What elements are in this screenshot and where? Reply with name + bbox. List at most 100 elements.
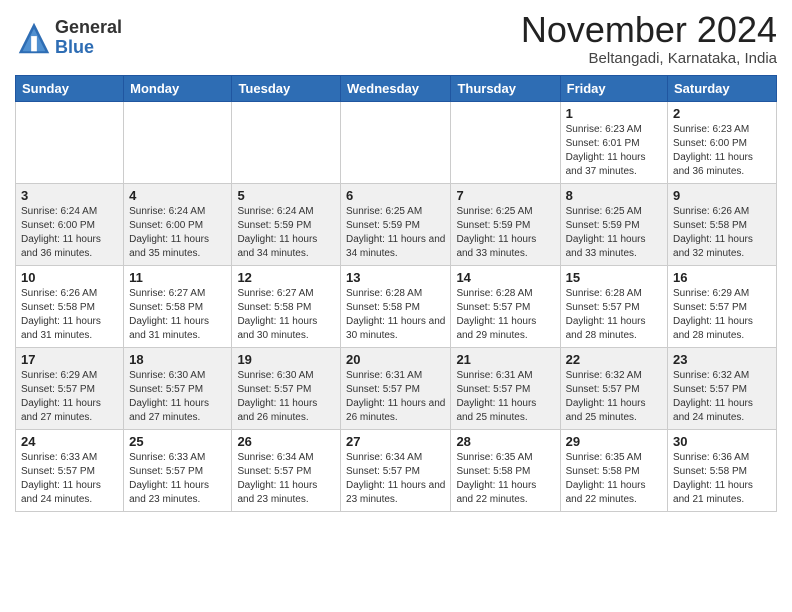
calendar-cell: 26 Sunrise: 6:34 AM Sunset: 5:57 PM Dayli… [232,429,341,511]
day-number: 15 [566,270,662,285]
day-info: Sunrise: 6:26 AM Sunset: 5:58 PM Dayligh… [21,287,118,343]
day-number: 18 [129,352,226,367]
logo-text: General Blue [55,18,122,58]
day-number: 4 [129,188,226,203]
day-info: Sunrise: 6:31 AM Sunset: 5:57 PM Dayligh… [346,369,445,425]
calendar-week-row: 10 Sunrise: 6:26 AM Sunset: 5:58 PM Dayli… [16,265,777,347]
day-number: 7 [456,188,554,203]
title-block: November 2024 Beltangadi, Karnataka, Ind… [521,10,777,67]
calendar-cell: 6Sunrise: 6:25 AM Sunset: 5:59 PM Daylig… [341,183,451,265]
calendar-cell: 14 Sunrise: 6:28 AM Sunset: 5:57 PM Dayli… [451,265,560,347]
day-number: 24 [21,434,118,449]
day-number: 11 [129,270,226,285]
day-number: 21 [456,352,554,367]
day-number: 5 [237,188,335,203]
calendar-week-row: 24 Sunrise: 6:33 AM Sunset: 5:57 PM Dayli… [16,429,777,511]
calendar-cell: 11 Sunrise: 6:27 AM Sunset: 5:58 PM Dayli… [124,265,232,347]
col-sunday: Sunday [16,75,124,101]
calendar-week-row: 17 Sunrise: 6:29 AM Sunset: 5:57 PM Dayli… [16,347,777,429]
day-info: Sunrise: 6:25 AM Sunset: 5:59 PM Dayligh… [566,205,662,261]
logo-blue-text: Blue [55,38,122,58]
day-info: Sunrise: 6:29 AM Sunset: 5:57 PM Dayligh… [673,287,771,343]
day-info: Sunrise: 6:30 AM Sunset: 5:57 PM Dayligh… [129,369,226,425]
day-info: Sunrise: 6:27 AM Sunset: 5:58 PM Dayligh… [129,287,226,343]
day-info: Sunrise: 6:30 AM Sunset: 5:57 PM Dayligh… [237,369,335,425]
calendar-cell [341,101,451,183]
calendar-cell: 18 Sunrise: 6:30 AM Sunset: 5:57 PM Dayli… [124,347,232,429]
day-number: 2 [673,106,771,121]
calendar-cell: 8 Sunrise: 6:25 AM Sunset: 5:59 PM Daylig… [560,183,667,265]
day-info: Sunrise: 6:31 AM Sunset: 5:57 PM Dayligh… [456,369,554,425]
calendar-cell: 28Sunrise: 6:35 AM Sunset: 5:58 PM Dayli… [451,429,560,511]
location: Beltangadi, Karnataka, India [521,50,777,67]
day-info: Sunrise: 6:33 AM Sunset: 5:57 PM Dayligh… [21,451,118,507]
day-number: 10 [21,270,118,285]
day-number: 9 [673,188,771,203]
day-info: Sunrise: 6:34 AM Sunset: 5:57 PM Dayligh… [237,451,335,507]
day-info: Sunrise: 6:32 AM Sunset: 5:57 PM Dayligh… [566,369,662,425]
header: General Blue November 2024 Beltangadi, K… [15,10,777,67]
day-info: Sunrise: 6:29 AM Sunset: 5:57 PM Dayligh… [21,369,118,425]
calendar-cell: 12Sunrise: 6:27 AM Sunset: 5:58 PM Dayli… [232,265,341,347]
col-tuesday: Tuesday [232,75,341,101]
calendar-cell [16,101,124,183]
day-number: 6 [346,188,445,203]
calendar-cell: 23Sunrise: 6:32 AM Sunset: 5:57 PM Dayli… [668,347,777,429]
calendar-cell: 20 Sunrise: 6:31 AM Sunset: 5:57 PM Dayli… [341,347,451,429]
page: General Blue November 2024 Beltangadi, K… [0,0,792,527]
calendar-cell: 2 Sunrise: 6:23 AM Sunset: 6:00 PM Daylig… [668,101,777,183]
calendar-cell: 5 Sunrise: 6:24 AM Sunset: 5:59 PM Daylig… [232,183,341,265]
day-info: Sunrise: 6:33 AM Sunset: 5:57 PM Dayligh… [129,451,226,507]
col-monday: Monday [124,75,232,101]
logo-icon [15,19,53,57]
day-info: Sunrise: 6:23 AM Sunset: 6:01 PM Dayligh… [566,123,662,179]
calendar-cell [451,101,560,183]
calendar-cell: 7 Sunrise: 6:25 AM Sunset: 5:59 PM Daylig… [451,183,560,265]
day-number: 20 [346,352,445,367]
day-number: 14 [456,270,554,285]
calendar-cell [232,101,341,183]
col-thursday: Thursday [451,75,560,101]
day-info: Sunrise: 6:24 AM Sunset: 6:00 PM Dayligh… [129,205,226,261]
day-info: Sunrise: 6:28 AM Sunset: 5:57 PM Dayligh… [456,287,554,343]
day-info: Sunrise: 6:24 AM Sunset: 5:59 PM Dayligh… [237,205,335,261]
col-friday: Friday [560,75,667,101]
calendar-cell: 25Sunrise: 6:33 AM Sunset: 5:57 PM Dayli… [124,429,232,511]
month-title: November 2024 [521,10,777,50]
day-number: 17 [21,352,118,367]
day-info: Sunrise: 6:36 AM Sunset: 5:58 PM Dayligh… [673,451,771,507]
day-info: Sunrise: 6:28 AM Sunset: 5:58 PM Dayligh… [346,287,445,343]
logo-general-text: General [55,18,122,38]
day-info: Sunrise: 6:26 AM Sunset: 5:58 PM Dayligh… [673,205,771,261]
calendar-cell: 10 Sunrise: 6:26 AM Sunset: 5:58 PM Dayli… [16,265,124,347]
col-wednesday: Wednesday [341,75,451,101]
calendar-cell: 30Sunrise: 6:36 AM Sunset: 5:58 PM Dayli… [668,429,777,511]
day-number: 28 [456,434,554,449]
calendar-cell: 24 Sunrise: 6:33 AM Sunset: 5:57 PM Dayli… [16,429,124,511]
day-info: Sunrise: 6:32 AM Sunset: 5:57 PM Dayligh… [673,369,771,425]
logo: General Blue [15,18,122,58]
calendar-cell: 15 Sunrise: 6:28 AM Sunset: 5:57 PM Dayli… [560,265,667,347]
calendar-cell: 3Sunrise: 6:24 AM Sunset: 6:00 PM Daylig… [16,183,124,265]
calendar-cell [124,101,232,183]
calendar-cell: 13 Sunrise: 6:28 AM Sunset: 5:58 PM Dayli… [341,265,451,347]
calendar-cell: 4 Sunrise: 6:24 AM Sunset: 6:00 PM Daylig… [124,183,232,265]
day-info: Sunrise: 6:25 AM Sunset: 5:59 PM Dayligh… [456,205,554,261]
day-number: 13 [346,270,445,285]
day-number: 19 [237,352,335,367]
day-info: Sunrise: 6:23 AM Sunset: 6:00 PM Dayligh… [673,123,771,179]
day-info: Sunrise: 6:28 AM Sunset: 5:57 PM Dayligh… [566,287,662,343]
calendar-cell: 16 Sunrise: 6:29 AM Sunset: 5:57 PM Dayli… [668,265,777,347]
day-info: Sunrise: 6:24 AM Sunset: 6:00 PM Dayligh… [21,205,118,261]
day-number: 8 [566,188,662,203]
calendar-week-row: 1Sunrise: 6:23 AM Sunset: 6:01 PM Daylig… [16,101,777,183]
calendar-cell: 29Sunrise: 6:35 AM Sunset: 5:58 PM Dayli… [560,429,667,511]
calendar-week-row: 3Sunrise: 6:24 AM Sunset: 6:00 PM Daylig… [16,183,777,265]
day-number: 16 [673,270,771,285]
calendar: Sunday Monday Tuesday Wednesday Thursday… [15,75,777,512]
calendar-cell: 19 Sunrise: 6:30 AM Sunset: 5:57 PM Dayli… [232,347,341,429]
day-number: 26 [237,434,335,449]
day-info: Sunrise: 6:34 AM Sunset: 5:57 PM Dayligh… [346,451,445,507]
calendar-cell: 17 Sunrise: 6:29 AM Sunset: 5:57 PM Dayli… [16,347,124,429]
day-number: 27 [346,434,445,449]
